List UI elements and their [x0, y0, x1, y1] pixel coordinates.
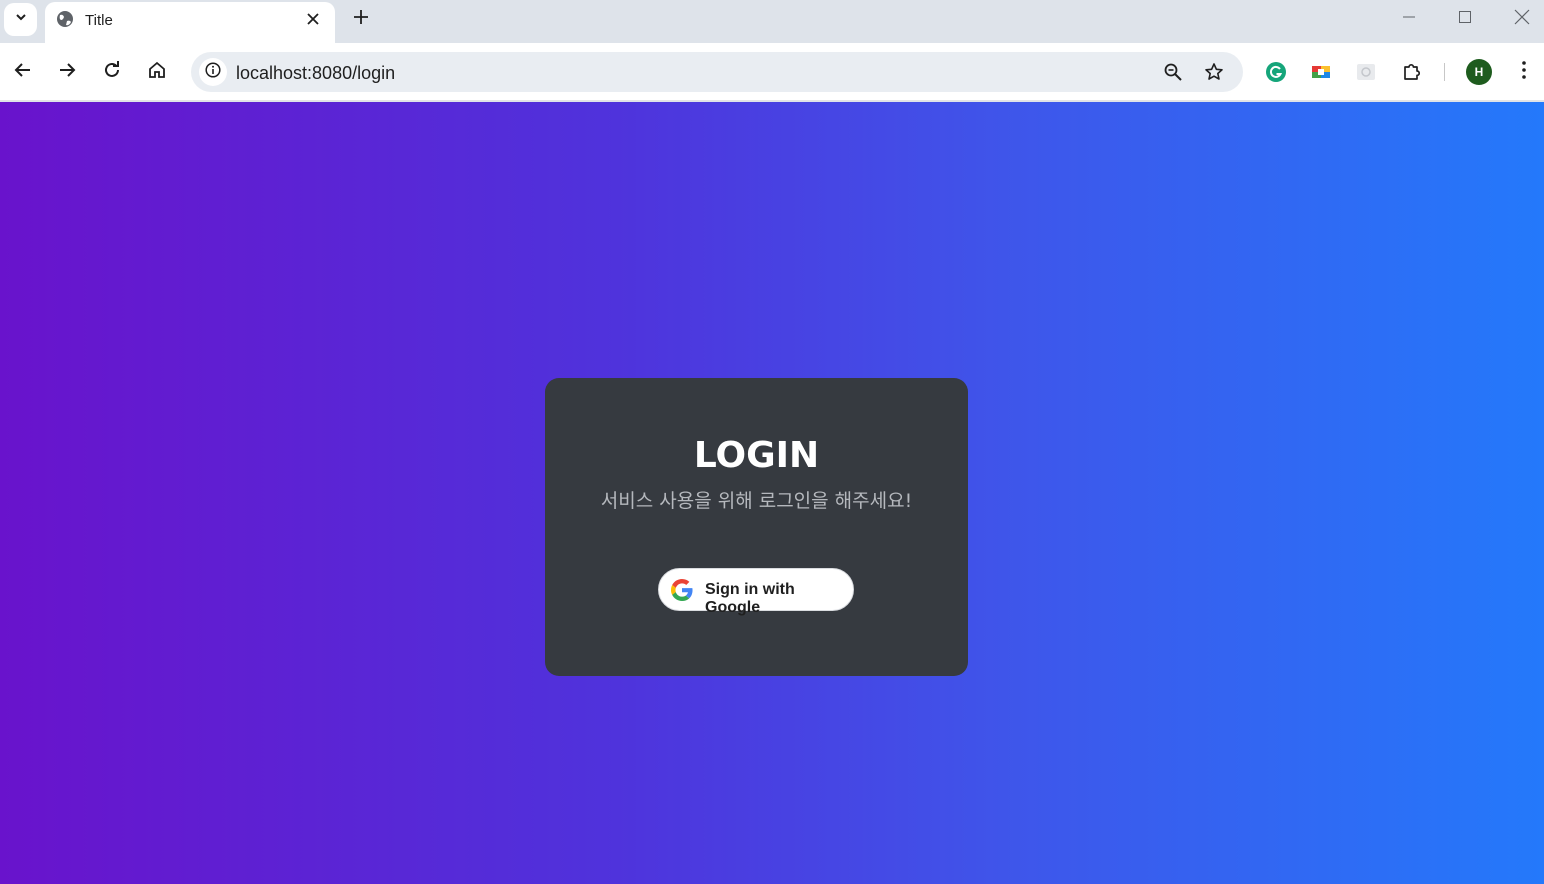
- url-text[interactable]: localhost:8080/login: [236, 63, 395, 84]
- kebab-menu-icon: [1521, 60, 1527, 85]
- google-sign-in-label: Sign in with Google: [705, 581, 795, 616]
- login-title: LOGIN: [693, 435, 820, 476]
- page-viewport: LOGIN 서비스 사용을 위해 로그인을 해주세요! Sign in with…: [0, 102, 1544, 884]
- tab-search-button[interactable]: [4, 3, 37, 36]
- minimize-button[interactable]: [1398, 8, 1420, 30]
- google-sign-in-button[interactable]: Sign in with Google: [658, 568, 854, 616]
- close-window-button[interactable]: [1511, 8, 1533, 30]
- close-icon: [1514, 9, 1530, 30]
- info-icon: [205, 61, 221, 83]
- color-picker-extension-icon[interactable]: [1309, 60, 1333, 84]
- forward-button[interactable]: [54, 59, 80, 85]
- chevron-down-icon: [14, 10, 28, 29]
- browser-toolbar: localhost:8080/login H: [0, 43, 1544, 101]
- home-icon: [147, 60, 167, 85]
- google-logo-icon: [671, 579, 693, 601]
- profile-avatar[interactable]: H: [1466, 59, 1492, 85]
- reload-icon: [102, 60, 122, 85]
- tab-strip: Title: [0, 0, 1544, 43]
- grammarly-extension-icon[interactable]: [1264, 60, 1288, 84]
- arrow-right-icon: [57, 60, 77, 85]
- arrow-left-icon: [13, 60, 33, 85]
- login-card: LOGIN 서비스 사용을 위해 로그인을 해주세요! Sign in with…: [545, 378, 968, 676]
- extension-icon[interactable]: [1354, 60, 1378, 84]
- back-button[interactable]: [10, 59, 36, 85]
- reload-button[interactable]: [99, 59, 125, 85]
- zoom-icon[interactable]: [1162, 61, 1184, 83]
- tab-title: Title: [85, 12, 113, 29]
- puzzle-extensions-icon[interactable]: [1400, 60, 1424, 84]
- profile-initial: H: [1474, 65, 1484, 79]
- address-bar[interactable]: localhost:8080/login: [191, 52, 1243, 92]
- maximize-button[interactable]: [1454, 8, 1476, 30]
- close-icon[interactable]: [303, 9, 323, 29]
- browser-menu-button[interactable]: [1514, 60, 1534, 84]
- browser-tab[interactable]: Title: [45, 2, 335, 43]
- toolbar-divider: [1444, 63, 1445, 81]
- globe-icon: [56, 10, 74, 28]
- site-info-button[interactable]: [199, 58, 227, 86]
- new-tab-button[interactable]: [349, 7, 373, 31]
- minimize-icon: [1402, 10, 1416, 29]
- maximize-icon: [1458, 10, 1472, 29]
- plus-icon: [353, 9, 369, 30]
- login-subtitle: 서비스 사용을 위해 로그인을 해주세요!: [600, 490, 913, 512]
- home-button[interactable]: [144, 59, 170, 85]
- bookmark-star-icon[interactable]: [1203, 61, 1225, 83]
